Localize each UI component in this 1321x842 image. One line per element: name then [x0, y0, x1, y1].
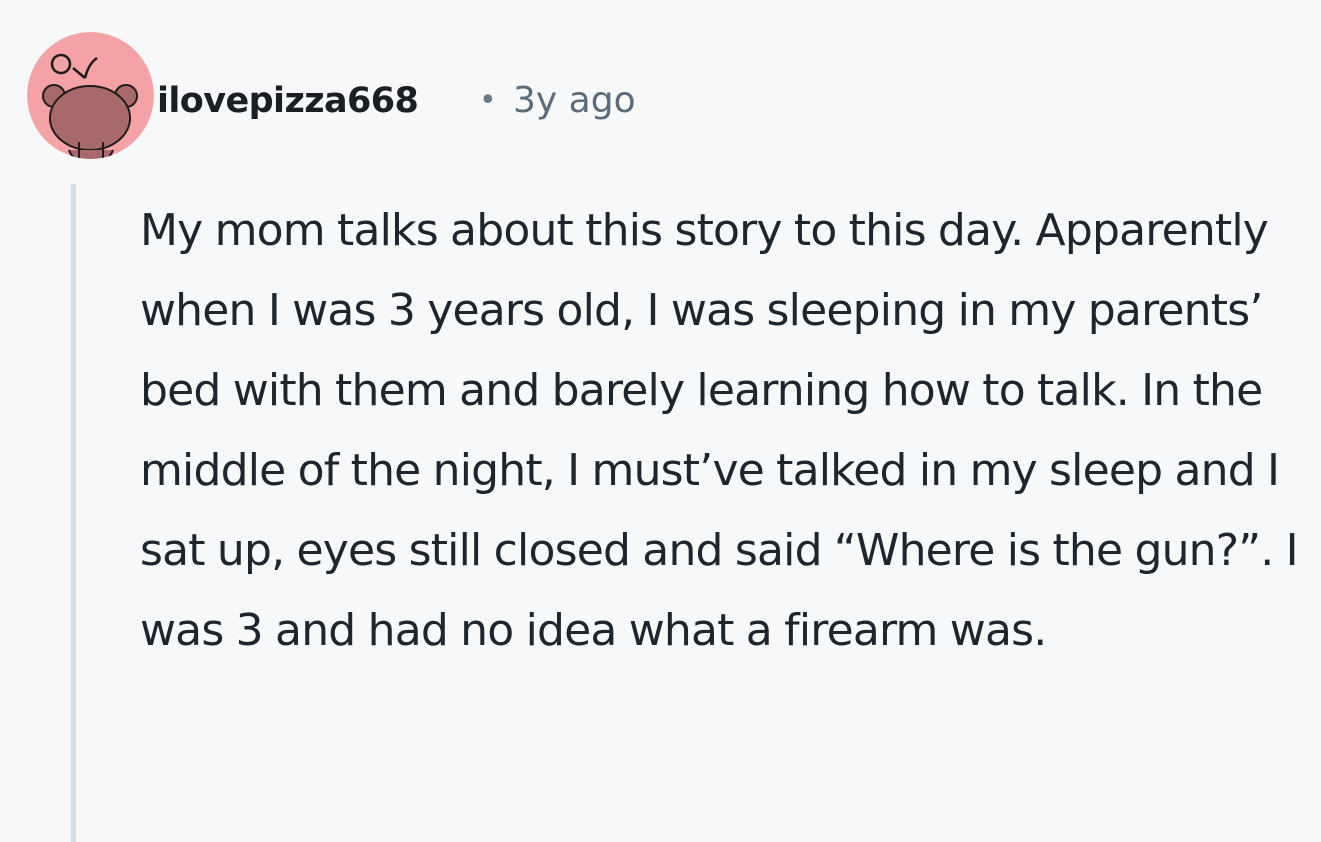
- comment-timestamp[interactable]: 3y ago: [513, 74, 636, 128]
- comment-body: My mom talks about this story to this da…: [140, 205, 1299, 656]
- meta-separator: •: [479, 83, 497, 118]
- avatar-image: [27, 32, 154, 159]
- snoo-avatar-icon[interactable]: [27, 32, 154, 159]
- thread-collapse-line[interactable]: [71, 184, 76, 842]
- comment-author[interactable]: ilovepizza668: [157, 74, 419, 128]
- comment: ilovepizza668 • 3y ago My mom talks abou…: [0, 0, 1321, 842]
